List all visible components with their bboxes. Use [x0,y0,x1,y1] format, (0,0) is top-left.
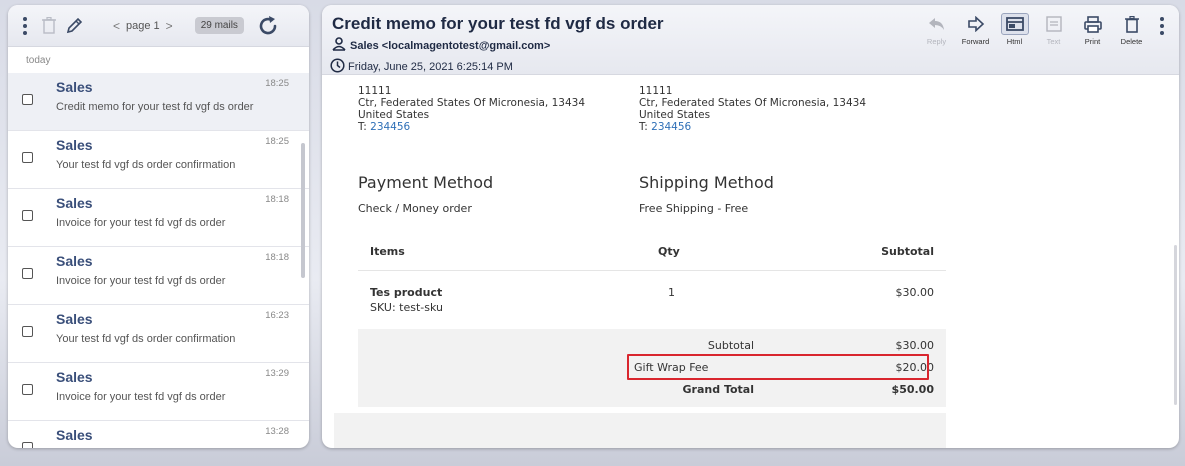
reply-button[interactable]: Reply [917,13,956,46]
message-panel: Credit memo for your test fd vgf ds orde… [322,5,1179,448]
mail-list-item[interactable]: Sales 16:23 Your test fd vgf ds order co… [8,305,309,363]
reply-icon [923,13,951,35]
mail-subject: Your test fd vgf ds order confirmation [56,159,236,171]
next-page-button[interactable]: > [166,19,173,33]
refresh-icon[interactable] [256,14,280,38]
sender-address: Sales <localmagentotest@gmail.com> [350,39,551,52]
text-view-icon [1040,13,1068,35]
mail-subject: Invoice for your test fd vgf ds order [56,275,226,287]
mail-time: 13:29 [265,368,289,379]
person-icon [332,37,346,54]
message-scrollbar[interactable] [1174,245,1177,405]
mail-list-item[interactable]: Sales 18:18 Invoice for your test fd vgf… [8,247,309,305]
forward-button[interactable]: Forward [956,13,995,46]
select-checkbox[interactable] [22,94,33,105]
list-toolbar: < page 1 > 29 mails [8,5,309,47]
shipping-address: 11111 Ctr, Federated States Of Micronesi… [639,85,866,133]
select-checkbox[interactable] [22,326,33,337]
mail-list-panel: < page 1 > 29 mails today Sales 18:25 Cr… [8,5,309,448]
table-row: Tes product SKU: test-sku 1 $30.00 [358,271,946,329]
product-name: Tes product [370,286,443,299]
table-header-row: Items Qty Subtotal [358,227,946,271]
message-header: Credit memo for your test fd vgf ds orde… [322,5,1179,75]
shipping-method-value: Free Shipping - Free [639,202,749,215]
printer-icon [1079,13,1107,35]
forward-icon [962,13,990,35]
shipping-method-heading: Shipping Method [639,173,774,192]
select-checkbox[interactable] [22,442,33,448]
select-checkbox[interactable] [22,268,33,279]
mail-sender: Sales [56,427,93,443]
message-date: Friday, June 25, 2021 6:25:14 PM [330,58,513,76]
mail-time: 13:28 [265,426,289,437]
select-checkbox[interactable] [22,152,33,163]
mail-subject: Invoice for your test fd vgf ds order [56,217,226,229]
html-view-icon [1000,13,1029,35]
mail-sender: Sales [56,79,93,95]
mail-sender: Sales [56,311,93,327]
payment-method-value: Check / Money order [358,202,472,215]
mail-sender: Sales [56,195,93,211]
select-checkbox[interactable] [22,384,33,395]
mail-time: 18:25 [265,78,289,89]
billing-address: 11111 Ctr, Federated States Of Micronesi… [358,85,585,133]
email-footer [334,413,946,448]
delete-button[interactable]: Delete [1112,13,1151,46]
mail-count-badge: 29 mails [194,17,244,34]
trash-icon [1118,13,1146,35]
mail-list-item[interactable]: Sales 18:18 Invoice for your test fd vgf… [8,189,309,247]
product-qty: 1 [668,286,675,299]
mail-time: 18:18 [265,194,289,205]
payment-method-heading: Payment Method [358,173,494,192]
section-label-today: today [26,55,51,66]
phone-link[interactable]: 234456 [651,121,691,133]
trash-icon[interactable] [42,17,56,34]
more-menu-icon[interactable] [18,14,32,38]
product-subtotal: $30.00 [895,286,935,299]
product-sku: SKU: test-sku [370,301,443,314]
mail-sender: Sales [56,253,93,269]
items-table: Items Qty Subtotal Tes product SKU: test… [358,227,946,407]
mail-list-item[interactable]: Sales 18:25 Your test fd vgf ds order co… [8,131,309,189]
gift-wrap-highlight-box [627,354,929,380]
list-scrollbar[interactable] [301,143,305,278]
compose-pencil-icon[interactable] [66,17,83,34]
mail-list-item[interactable]: Sales 13:28 [8,421,309,448]
mail-list: Sales 18:25 Credit memo for your test fd… [8,73,309,448]
select-checkbox[interactable] [22,210,33,221]
totals-block: Subtotal $30.00 Gift Wrap Fee $20.00 Gra… [358,329,946,407]
pager: < page 1 > [113,19,173,33]
phone-link[interactable]: 234456 [370,121,410,133]
mail-list-item[interactable]: Sales 13:29 Invoice for your test fd vgf… [8,363,309,421]
prev-page-button[interactable]: < [113,19,120,33]
mail-sender: Sales [56,137,93,153]
mail-time: 18:25 [265,136,289,147]
mail-list-item[interactable]: Sales 18:25 Credit memo for your test fd… [8,73,309,131]
page-label: page 1 [126,19,160,32]
more-actions-icon[interactable] [1155,13,1169,46]
clock-icon [330,58,345,76]
message-actions: Reply Forward Html Text Print Delete [917,13,1169,46]
mail-time: 18:18 [265,252,289,263]
date-text: Friday, June 25, 2021 6:25:14 PM [348,61,513,73]
message-from: Sales <localmagentotest@gmail.com> [332,37,550,54]
mail-subject: Invoice for your test fd vgf ds order [56,391,226,403]
text-view-button[interactable]: Text [1034,13,1073,46]
col-qty: Qty [658,245,680,258]
message-body: 11111 Ctr, Federated States Of Micronesi… [322,75,1179,448]
message-subject: Credit memo for your test fd vgf ds orde… [332,14,664,33]
mail-subject: Credit memo for your test fd vgf ds orde… [56,101,254,113]
mail-time: 16:23 [265,310,289,321]
col-items: Items [370,245,405,258]
print-button[interactable]: Print [1073,13,1112,46]
mail-subject: Your test fd vgf ds order confirmation [56,333,236,345]
col-subtotal: Subtotal [881,245,934,258]
mail-sender: Sales [56,369,93,385]
html-view-button[interactable]: Html [995,13,1034,46]
